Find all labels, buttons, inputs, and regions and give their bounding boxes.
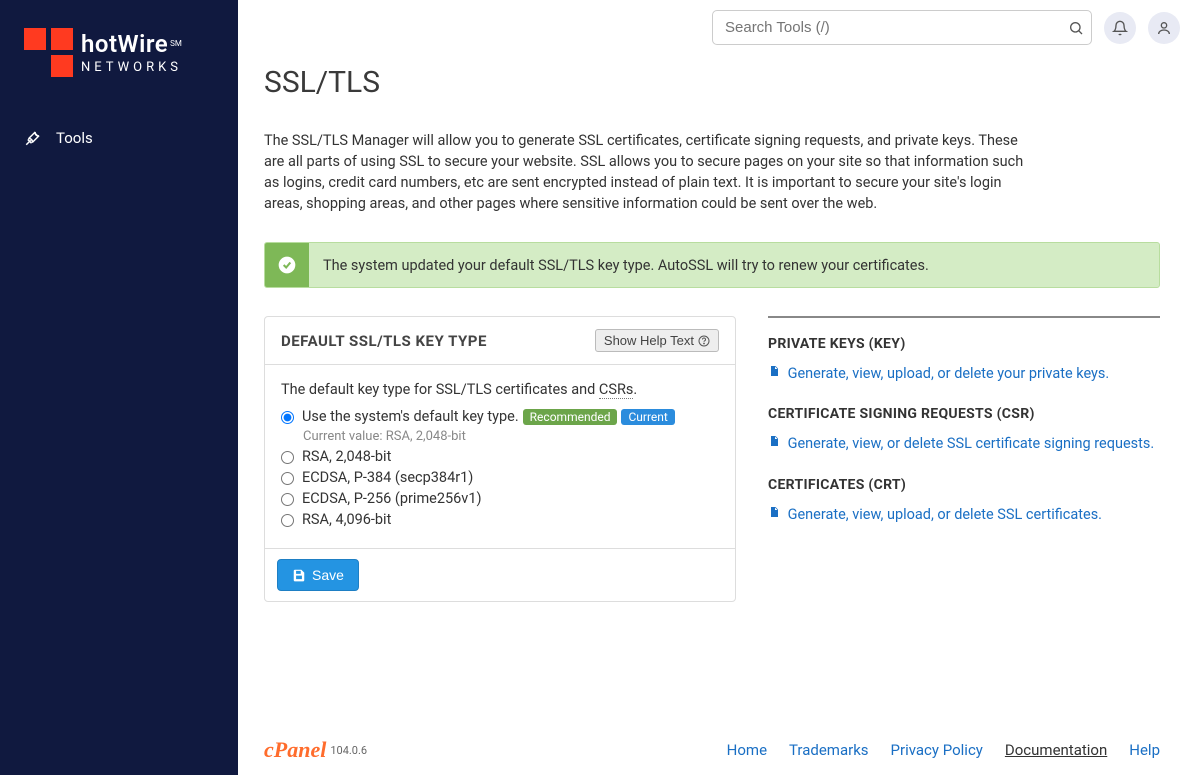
- card-description: The default key type for SSL/TLS certifi…: [281, 381, 719, 398]
- check-circle-icon: [265, 243, 309, 287]
- key-type-label: Use the system's default key type.: [302, 408, 519, 425]
- key-type-option[interactable]: ECDSA, P-256 (prime256v1): [281, 490, 719, 507]
- key-type-radio[interactable]: [281, 472, 294, 485]
- right-panel: PRIVATE KEYS (KEY) Generate, view, uploa…: [768, 316, 1160, 602]
- search-input[interactable]: [712, 10, 1092, 45]
- page-title: SSL/TLS: [264, 65, 1160, 100]
- card-title: DEFAULT SSL/TLS KEY TYPE: [281, 332, 487, 350]
- footer-links: Home Trademarks Privacy Policy Documentatio…: [727, 741, 1160, 759]
- key-type-radio[interactable]: [281, 493, 294, 506]
- key-type-radio[interactable]: [281, 514, 294, 527]
- key-type-label: ECDSA, P-384 (secp384r1): [302, 469, 473, 486]
- file-icon: [768, 364, 780, 378]
- notifications-button[interactable]: [1104, 12, 1136, 44]
- right-section-link[interactable]: Generate, view, upload, or delete SSL ce…: [768, 505, 1160, 525]
- nav-tools[interactable]: Tools: [0, 117, 238, 159]
- bell-icon: [1112, 20, 1128, 36]
- save-icon: [292, 568, 306, 582]
- save-button[interactable]: Save: [277, 559, 359, 591]
- file-icon: [768, 505, 780, 519]
- key-type-radio[interactable]: [281, 411, 294, 424]
- question-circle-icon: [698, 335, 710, 347]
- user-icon: [1156, 20, 1172, 36]
- file-icon: [768, 434, 780, 448]
- right-section-link[interactable]: Generate, view, upload, or delete your p…: [768, 364, 1160, 384]
- search-icon: [1068, 20, 1084, 36]
- footer-link[interactable]: Privacy Policy: [891, 741, 983, 759]
- key-type-option[interactable]: RSA, 4,096-bit: [281, 511, 719, 528]
- key-type-radio-group: Use the system's default key type.Recomm…: [281, 408, 719, 528]
- success-alert: The system updated your default SSL/TLS …: [264, 242, 1160, 288]
- brand-sub: NETWORKS: [81, 60, 182, 75]
- key-type-label: RSA, 4,096-bit: [302, 511, 391, 528]
- key-type-card: DEFAULT SSL/TLS KEY TYPE Show Help Text …: [264, 316, 736, 602]
- show-help-button[interactable]: Show Help Text: [595, 329, 719, 352]
- brand-logo: hotWireSM NETWORKS: [0, 28, 238, 117]
- cpanel-version: 104.0.6: [330, 744, 367, 757]
- logo-mark-icon: [24, 28, 73, 77]
- sidebar: hotWireSM NETWORKS Tools: [0, 0, 238, 775]
- footer-link[interactable]: Trademarks: [789, 741, 869, 759]
- key-type-label: RSA, 2,048-bit: [302, 448, 391, 465]
- account-button[interactable]: [1148, 12, 1180, 44]
- right-section-link[interactable]: Generate, view, or delete SSL certificat…: [768, 434, 1160, 454]
- right-section-title: CERTIFICATE SIGNING REQUESTS (CSR): [768, 406, 1160, 422]
- key-type-label: ECDSA, P-256 (prime256v1): [302, 490, 482, 507]
- current-value-text: Current value: RSA, 2,048-bit: [303, 429, 719, 444]
- key-type-option[interactable]: Use the system's default key type.Recomm…: [281, 408, 719, 425]
- cpanel-logo: cPanel: [264, 737, 326, 763]
- right-section-title: PRIVATE KEYS (KEY): [768, 316, 1160, 352]
- brand-mark: SM: [170, 39, 182, 48]
- recommended-badge: Recommended: [523, 409, 618, 425]
- alert-message: The system updated your default SSL/TLS …: [309, 257, 943, 274]
- page-intro: The SSL/TLS Manager will allow you to ge…: [264, 130, 1024, 214]
- right-section-title: CERTIFICATES (CRT): [768, 477, 1160, 493]
- tools-icon: [24, 129, 42, 147]
- key-type-radio[interactable]: [281, 451, 294, 464]
- nav-tools-label: Tools: [56, 129, 93, 147]
- footer: cPanel 104.0.6 Home Trademarks Privacy Pol…: [238, 725, 1200, 775]
- help-label: Show Help Text: [604, 333, 694, 348]
- footer-link[interactable]: Home: [727, 741, 767, 759]
- brand-name: hotWire: [81, 30, 168, 58]
- current-badge: Current: [621, 409, 674, 425]
- key-type-option[interactable]: ECDSA, P-384 (secp384r1): [281, 469, 719, 486]
- footer-link[interactable]: Help: [1129, 741, 1160, 759]
- save-label: Save: [312, 567, 344, 583]
- search-button[interactable]: [1068, 20, 1084, 36]
- topbar: [238, 0, 1200, 55]
- key-type-option[interactable]: RSA, 2,048-bit: [281, 448, 719, 465]
- footer-link[interactable]: Documentation: [1005, 741, 1107, 759]
- csr-abbr: CSRs: [599, 381, 633, 399]
